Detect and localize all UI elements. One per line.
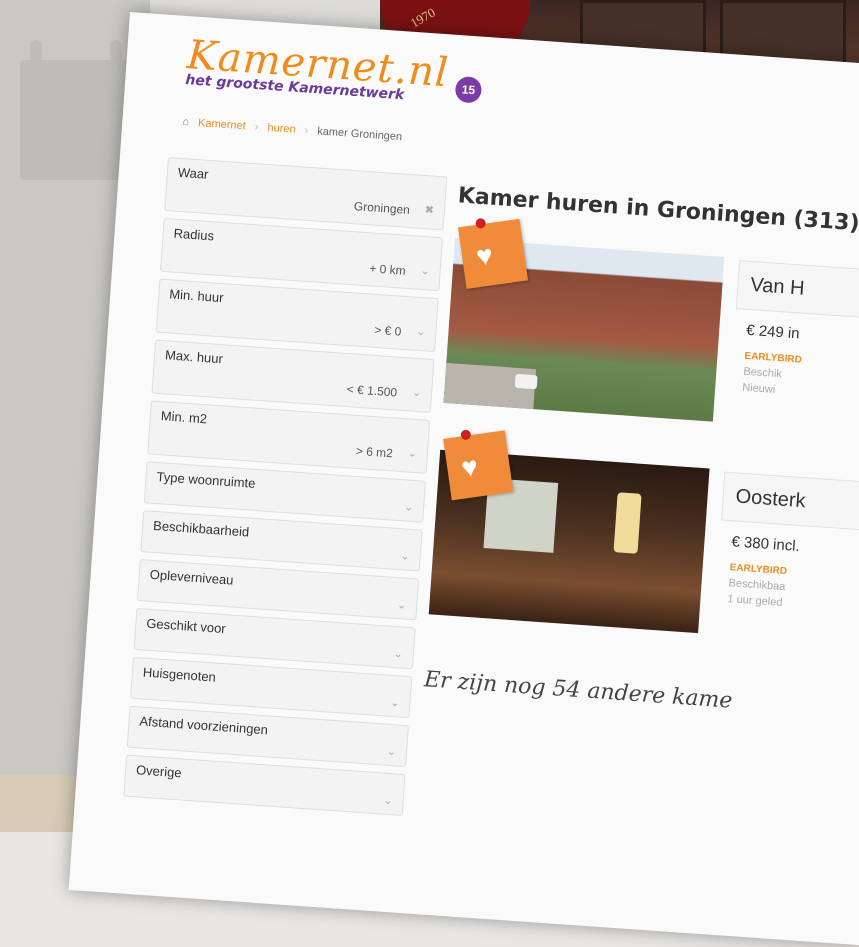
site-logo[interactable]: Kamernet.nl 15 het grootste Kamernetwerk	[185, 32, 483, 106]
breadcrumb-item-current: kamer Groningen	[316, 125, 403, 144]
chevron-down-icon: ⌄	[393, 647, 404, 661]
breadcrumb-item-huren[interactable]: huren	[267, 122, 296, 136]
bird-icon: ♥	[474, 239, 495, 273]
filter-value: Groningen	[353, 199, 411, 217]
filter-value: > 6 m2	[355, 443, 394, 461]
filter-min-huur[interactable]: Min. huur > € 0 ⌄	[155, 278, 439, 353]
chevron-down-icon: ⌄	[389, 696, 400, 710]
chevron-down-icon: ⌄	[386, 745, 397, 759]
filter-label: Afstand voorzieningen	[139, 713, 269, 738]
filter-label: Radius	[173, 225, 215, 244]
pin-icon	[474, 217, 487, 229]
filter-label: Min. huur	[168, 286, 225, 306]
filter-value: + 0 km	[368, 261, 407, 278]
more-results-text: Er zijn nog 54 andere kame	[423, 667, 734, 714]
webpage-printout: Kamernet.nl 15 het grootste Kamernetwerk…	[68, 12, 859, 946]
chevron-down-icon: ⌄	[415, 325, 426, 339]
filter-label: Beschikbaarheid	[152, 517, 250, 540]
results-main: Kamer huren in Groningen (313) ♥ Van H €…	[423, 183, 859, 724]
filter-label: Waar	[177, 164, 209, 182]
filter-label: Max. huur	[164, 347, 224, 367]
chevron-down-icon: ⌄	[396, 599, 407, 612]
bird-icon: ♥	[459, 450, 481, 484]
breadcrumb-separator: ›	[254, 120, 259, 134]
chevron-down-icon: ⌄	[407, 447, 418, 461]
chevron-down-icon: ⌄	[420, 264, 431, 278]
chevron-down-icon: ⌄	[411, 386, 422, 400]
logo-anniversary-badge: 15	[454, 75, 483, 104]
earlybird-sticker: ♥	[443, 429, 514, 501]
pin-icon	[460, 429, 472, 441]
home-icon[interactable]: ⌂	[182, 116, 189, 128]
chevron-down-icon: ⌄	[400, 550, 411, 563]
breadcrumb: ⌂ Kamernet › huren › kamer Groningen	[182, 116, 402, 143]
chevron-down-icon: ⌄	[403, 501, 414, 514]
filter-value: < € 1.500	[346, 382, 398, 400]
filter-max-huur[interactable]: Max. huur < € 1.500 ⌄	[151, 339, 435, 413]
breadcrumb-item-kamernet[interactable]: Kamernet	[198, 117, 246, 132]
close-icon[interactable]: ✖	[424, 203, 434, 217]
filter-value: > € 0	[373, 322, 402, 339]
filter-label: Huisgenoten	[142, 664, 217, 685]
filter-label: Type woonruimte	[156, 469, 256, 491]
filter-label: Min. m2	[160, 408, 208, 427]
background-sign-text: 1970	[407, 4, 438, 31]
listing-details: Oosterk € 380 incl. EARLYBIRD Beschikbaa…	[712, 471, 859, 660]
filter-min-m2[interactable]: Min. m2 > 6 m2 ⌄	[147, 400, 431, 474]
filter-label: Geschikt voor	[145, 615, 227, 637]
filter-sidebar: Waar Groningen ✖ Radius + 0 km ⌄ Min. hu…	[123, 157, 448, 823]
filter-waar[interactable]: Waar Groningen ✖	[164, 157, 448, 231]
listing-details: Van H € 249 in EARLYBIRD Beschik Nieuwi	[727, 260, 859, 448]
listing-card[interactable]: ♥ Van H € 249 in EARLYBIRD Beschik Nieuw…	[442, 217, 859, 452]
listing-card[interactable]: ♥ Oosterk € 380 incl. EARLYBIRD Beschikb…	[428, 429, 859, 664]
filter-radius[interactable]: Radius + 0 km ⌄	[159, 217, 444, 292]
breadcrumb-separator: ›	[304, 124, 309, 137]
filter-label: Opleverniveau	[149, 566, 234, 588]
filter-label: Overige	[135, 762, 183, 781]
earlybird-sticker: ♥	[457, 217, 529, 289]
chevron-down-icon: ⌄	[382, 794, 394, 808]
